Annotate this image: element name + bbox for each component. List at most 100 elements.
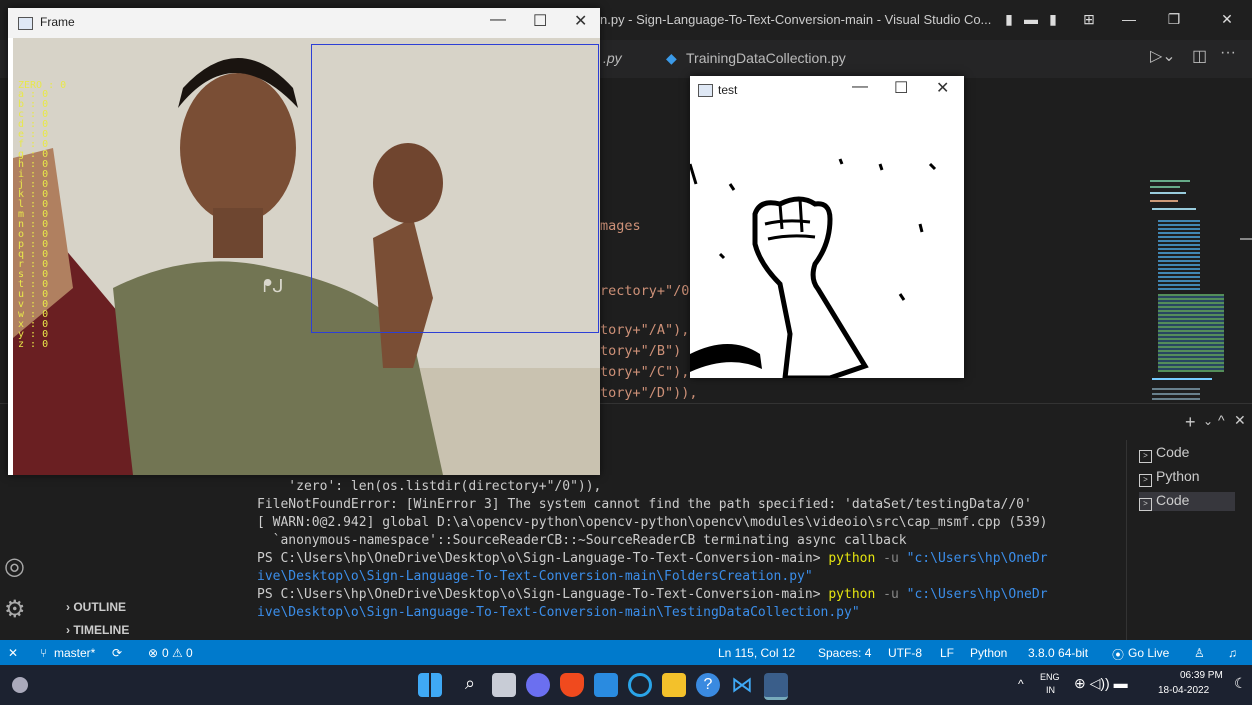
toggle-secondary-sidebar-icon[interactable]: ▮ [1044, 10, 1062, 28]
terminal-list-item[interactable]: > Code [1139, 444, 1189, 463]
frame-window[interactable]: Frame — ☐ ✕ ᖰᒍ ZERO : 0 a : 0 b : 0 c : … [8, 8, 600, 475]
task-view-icon[interactable] [492, 673, 516, 697]
terminal-list: > Code > Python > Code [1126, 440, 1252, 640]
indentation[interactable]: Spaces: 4 [818, 646, 871, 660]
maximize-panel-icon[interactable]: ^ [1218, 412, 1225, 428]
frame-close-icon[interactable]: ✕ [574, 11, 587, 31]
code-line: tory+"/D")), [600, 385, 698, 401]
input-language[interactable]: ENG [1040, 672, 1060, 682]
search-icon[interactable]: ⌕ [458, 673, 482, 697]
mail-icon[interactable] [594, 673, 618, 697]
code-line: tory+"/C"), [600, 364, 690, 380]
file-explorer-icon[interactable] [662, 673, 686, 697]
terminal-icon: > [1139, 450, 1152, 463]
hand-threshold-drawing [690, 104, 964, 378]
timeline-section[interactable]: › TIMELINE [66, 623, 129, 637]
git-branch[interactable]: master* [54, 646, 95, 660]
cortana-icon[interactable] [628, 673, 652, 697]
terminal-line: `anonymous-namespace'::SourceReaderCB::~… [257, 533, 907, 548]
warnings-count[interactable]: 0 [186, 646, 193, 660]
hand-roi-box [311, 44, 599, 333]
overlay-count: z : 0 [18, 339, 49, 350]
terminal-cmd: python [828, 551, 876, 566]
encoding[interactable]: UTF-8 [888, 646, 922, 660]
terminal-prompt: PS C:\Users\hp\OneDrive\Desktop\o\Sign-L… [257, 587, 821, 602]
sync-icon[interactable]: ⟳ [112, 646, 122, 660]
window-app-icon [18, 17, 33, 30]
close-panel-icon[interactable]: ✕ [1234, 412, 1246, 429]
terminal-list-item[interactable]: > Python [1139, 468, 1200, 487]
weather-icon[interactable] [12, 677, 28, 693]
errors-count[interactable]: 0 [162, 646, 169, 660]
more-actions-icon[interactable]: ··· [1220, 44, 1236, 62]
status-bar: ✕ ⑂ master* ⟳ ⊗ 0 ⚠ 0 Ln 115, Col 12 Spa… [0, 640, 1252, 665]
terminal-dropdown-icon[interactable]: ⌄ [1203, 414, 1213, 428]
show-hidden-icons-icon[interactable]: ^ [1018, 677, 1024, 691]
language-mode[interactable]: Python [970, 646, 1007, 660]
tab-trainingdatacollection[interactable]: TrainingDataCollection.py [686, 50, 846, 66]
test-window[interactable]: test — ☐ ✕ [690, 76, 964, 378]
frame-minimize-icon[interactable]: — [490, 11, 506, 29]
scrollbar-marker[interactable] [1240, 238, 1252, 240]
terminal-line: ive\Desktop\o\Sign-Language-To-Text-Conv… [257, 605, 860, 620]
help-icon[interactable]: ? [696, 673, 720, 697]
vscode-window-title: n.py - Sign-Language-To-Text-Conversion-… [600, 12, 992, 27]
test-minimize-icon[interactable]: — [852, 78, 868, 96]
python-interpreter[interactable]: 3.8.0 64-bit [1028, 646, 1088, 660]
terminal-line: [ WARN:0@2.942] global D:\a\opencv-pytho… [257, 515, 1048, 530]
terminal-prompt: PS C:\Users\hp\OneDrive\Desktop\o\Sign-L… [257, 551, 821, 566]
python-app-icon[interactable] [764, 673, 788, 700]
cursor-position[interactable]: Ln 115, Col 12 [718, 646, 795, 660]
line-ending[interactable]: LF [940, 646, 954, 660]
close-icon[interactable]: ✕ [1218, 10, 1236, 28]
accounts-icon[interactable]: ◎ [4, 552, 25, 581]
chat-icon[interactable] [526, 673, 550, 697]
input-region[interactable]: IN [1046, 685, 1055, 695]
terminal-icon: > [1139, 498, 1152, 511]
vscode-icon[interactable]: ⋈ [730, 673, 754, 697]
split-editor-icon[interactable]: ◫ [1192, 46, 1207, 66]
feedback-icon[interactable]: ♙ [1194, 646, 1205, 660]
terminal-path: ive\Desktop\o\Sign-Language-To-Text-Conv… [257, 569, 813, 584]
remote-icon[interactable]: ✕ [8, 646, 18, 660]
broadcast-icon: ⦿ [1112, 648, 1125, 662]
code-line: tory+"/B") [600, 343, 682, 359]
toggle-primary-sidebar-icon[interactable]: ▮ [1000, 10, 1018, 28]
clock-date[interactable]: 18-04-2022 [1158, 685, 1209, 696]
terminal-list-item-active[interactable]: > Code [1139, 492, 1235, 511]
network-icon[interactable]: ⊕ ◁)) ▬ [1074, 675, 1128, 692]
python-file-icon: ◆ [666, 50, 677, 66]
terminal-command-line: PS C:\Users\hp\OneDrive\Desktop\o\Sign-L… [257, 551, 1048, 566]
window-app-icon [698, 84, 713, 97]
test-maximize-icon[interactable]: ☐ [894, 78, 908, 98]
run-python-icon[interactable]: ▷⌄ [1150, 46, 1176, 66]
toggle-panel-icon[interactable]: ▬ [1022, 10, 1040, 28]
minimize-icon[interactable]: — [1120, 10, 1138, 28]
explorer-sidebar: › OUTLINE › TIMELINE [52, 470, 252, 640]
go-live-button[interactable]: Go Live [1128, 646, 1169, 660]
test-close-icon[interactable]: ✕ [936, 78, 949, 98]
customize-layout-icon[interactable]: ⊞ [1080, 10, 1098, 28]
test-titlebar[interactable]: test — ☐ ✕ [690, 76, 964, 104]
terminal-icon: > [1139, 474, 1152, 487]
terminal-flag: -u [883, 587, 899, 602]
activity-bar: ◎ ⚙ [0, 470, 52, 640]
frame-maximize-icon[interactable]: ☐ [533, 11, 547, 31]
clock-time[interactable]: 06:39 PM [1180, 670, 1223, 681]
start-icon[interactable] [418, 673, 442, 697]
code-line: tory+"/A"), [600, 322, 690, 338]
terminal-command-line: PS C:\Users\hp\OneDrive\Desktop\o\Sign-L… [257, 587, 1048, 602]
manage-gear-icon[interactable]: ⚙ [4, 595, 26, 624]
frame-titlebar[interactable]: Frame — ☐ ✕ [8, 8, 600, 38]
brave-browser-icon[interactable] [560, 673, 584, 697]
outline-section[interactable]: › OUTLINE [66, 600, 126, 614]
restore-icon[interactable]: ❐ [1165, 10, 1183, 28]
terminal-path: ive\Desktop\o\Sign-Language-To-Text-Conv… [257, 605, 860, 620]
terminal-path: "c:\Users\hp\OneDr [906, 587, 1048, 602]
new-terminal-icon[interactable]: + [1185, 412, 1196, 433]
errors-icon: ⊗ [148, 646, 159, 660]
focus-assist-icon[interactable]: ☾ [1234, 675, 1247, 692]
notifications-bell-icon[interactable]: ♫ [1228, 646, 1237, 660]
frame-window-title: Frame [40, 15, 75, 29]
tab-current-file[interactable]: .py [603, 50, 622, 66]
